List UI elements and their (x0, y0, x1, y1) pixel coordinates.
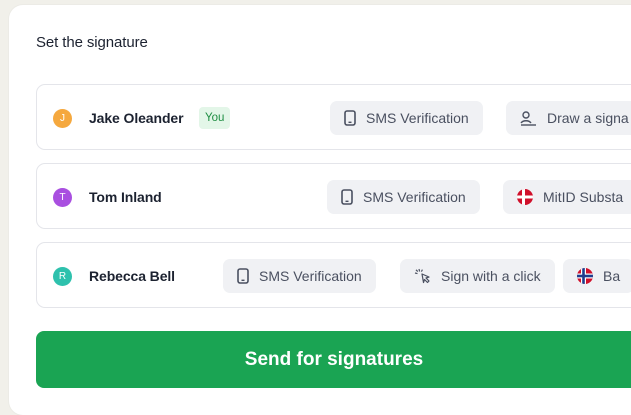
signer-name: Jake Oleander (89, 110, 184, 126)
phone-icon (344, 110, 356, 126)
denmark-flag-icon (517, 189, 533, 205)
avatar: R (53, 267, 72, 286)
method-label: Ba (603, 268, 621, 284)
you-badge: You (199, 107, 231, 129)
method-sms-verification[interactable]: SMS Verification (327, 180, 480, 214)
send-for-signatures-button[interactable]: Send for signatures (36, 331, 631, 388)
avatar: T (53, 188, 72, 207)
method-label: SMS Verification (366, 110, 469, 126)
signer-name: Tom Inland (89, 189, 162, 205)
method-label: Draw a signa (547, 110, 629, 126)
method-sms-verification[interactable]: SMS Verification (330, 101, 483, 135)
method-label: Sign with a click (441, 268, 541, 284)
page-title: Set the signature (36, 34, 148, 51)
method-label: SMS Verification (259, 268, 362, 284)
method-draw-signature[interactable]: Draw a signa (506, 101, 631, 135)
click-icon (414, 268, 431, 284)
signer-row-rebecca: R Rebecca Bell SMS Verification Sign wit… (36, 242, 631, 308)
signer-row-jake: J Jake Oleander You SMS Verification Dra… (36, 84, 631, 150)
method-sign-with-click[interactable]: Sign with a click (400, 259, 555, 293)
method-label: MitID Substa (543, 189, 624, 205)
method-bankid[interactable]: Ba (563, 259, 631, 293)
method-label: SMS Verification (363, 189, 466, 205)
phone-icon (237, 268, 249, 284)
avatar: J (53, 109, 72, 128)
norway-flag-icon (577, 268, 593, 284)
draw-signature-icon (520, 110, 537, 126)
method-sms-verification[interactable]: SMS Verification (223, 259, 376, 293)
method-mitid[interactable]: MitID Substa (503, 180, 631, 214)
phone-icon (341, 189, 353, 205)
signer-name: Rebecca Bell (89, 268, 175, 284)
signer-row-tom: T Tom Inland SMS Verification MitID Subs… (36, 163, 631, 229)
